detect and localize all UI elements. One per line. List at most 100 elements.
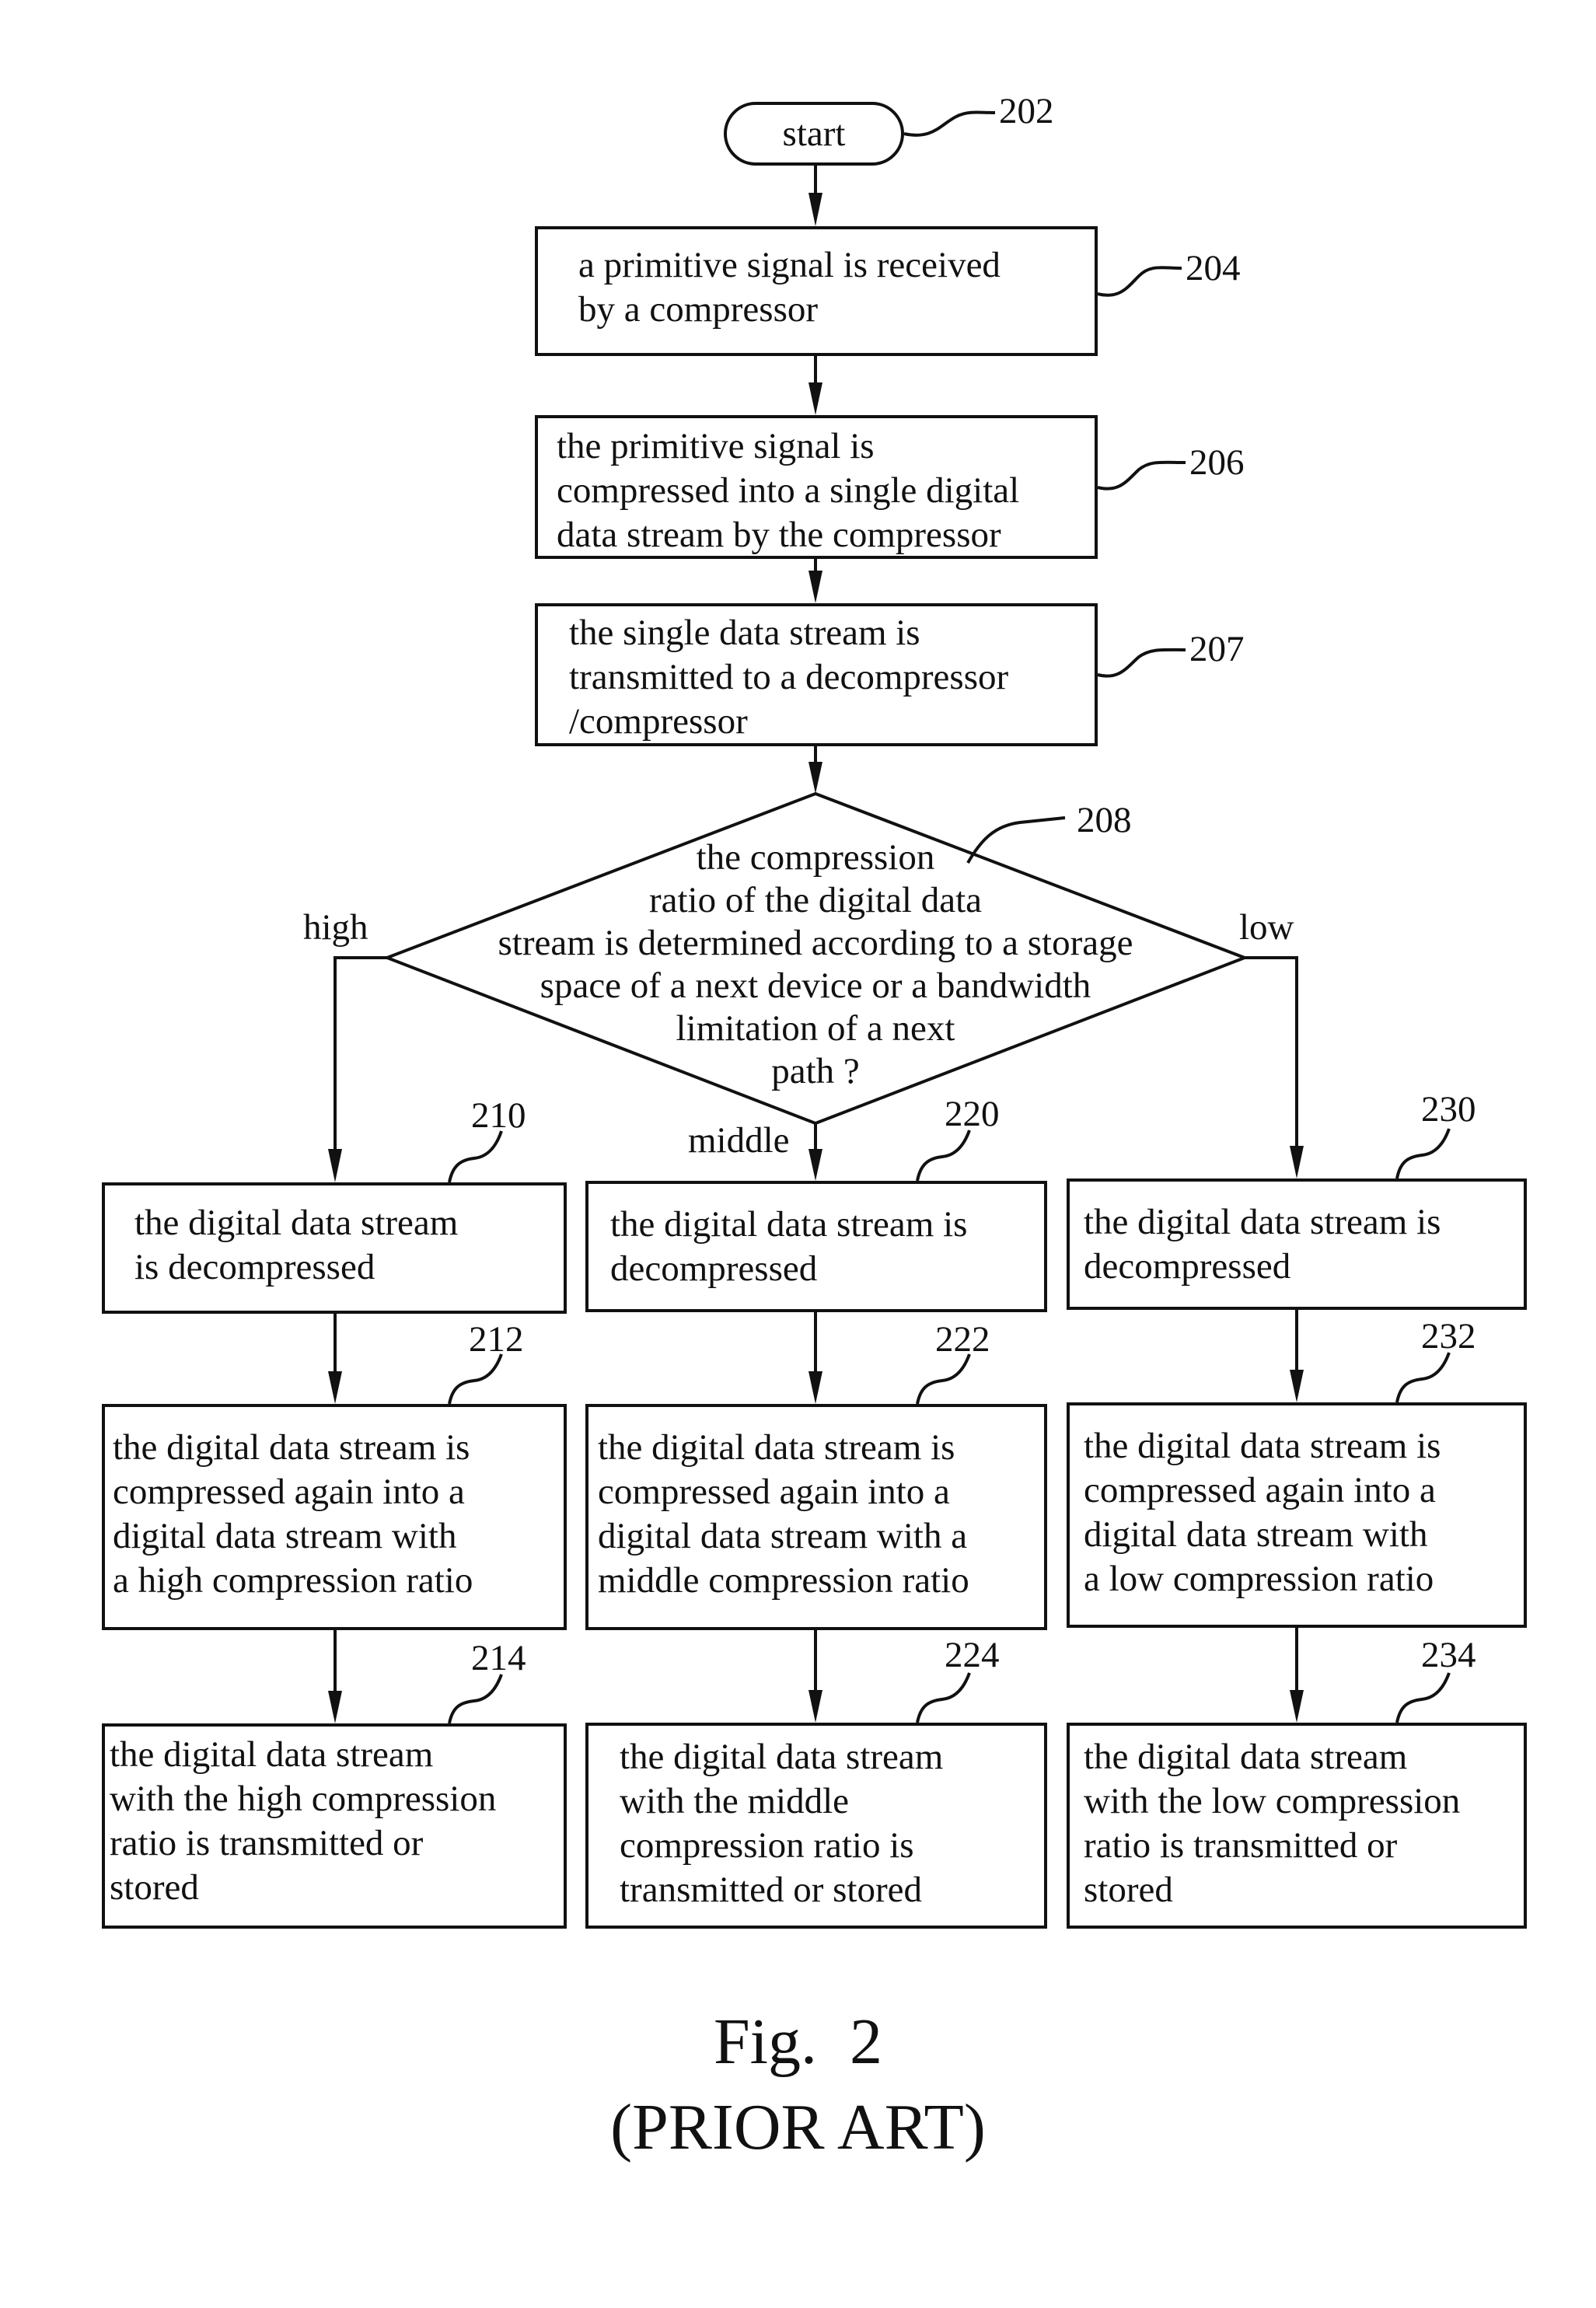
leader-230 bbox=[1395, 1128, 1451, 1179]
figure-caption: Fig. 2 bbox=[713, 2006, 883, 2078]
ref-207: 207 bbox=[1189, 629, 1245, 669]
figure-subcaption: (PRIOR ART) bbox=[610, 2091, 986, 2163]
arrowhead-206 bbox=[808, 382, 822, 415]
box-text-line: compressed again into a bbox=[598, 1472, 950, 1512]
start-terminal: start bbox=[724, 102, 904, 166]
decision-text-line: ratio of the digital data bbox=[648, 880, 983, 920]
process-box-224: the digital data stream with the middle … bbox=[585, 1723, 1047, 1929]
box-text-line: the digital data stream is bbox=[1084, 1202, 1441, 1242]
decision-text-line: stream is determined according to a stor… bbox=[498, 923, 1133, 963]
branch-label-low: low bbox=[1239, 907, 1294, 948]
box-text-line: the digital data stream is bbox=[1084, 1426, 1441, 1466]
process-box-206: the primitive signal is compressed into … bbox=[535, 415, 1098, 559]
leader-210 bbox=[448, 1130, 503, 1183]
box-text-line: with the high compression bbox=[110, 1779, 497, 1819]
box-text-line: the digital data stream bbox=[110, 1734, 434, 1775]
leader-234 bbox=[1395, 1672, 1451, 1723]
process-box-230: the digital data stream is decompressed bbox=[1067, 1178, 1527, 1310]
box-text-line: the digital data stream bbox=[134, 1203, 459, 1243]
box-text-line: decompressed bbox=[1084, 1246, 1291, 1287]
ref-222: 222 bbox=[935, 1319, 990, 1360]
box-text-line: transmitted or stored bbox=[620, 1870, 922, 1910]
ref-234: 234 bbox=[1421, 1635, 1476, 1675]
box-text-line: digital data stream with a bbox=[598, 1516, 968, 1556]
process-box-220: the digital data stream is decompressed bbox=[585, 1181, 1047, 1312]
ref-204: 204 bbox=[1186, 248, 1241, 288]
decision-text-line: limitation of a next bbox=[676, 1008, 955, 1049]
leader-220 bbox=[916, 1130, 971, 1182]
arrowhead-232 bbox=[1290, 1370, 1304, 1402]
arrowhead-214 bbox=[328, 1691, 342, 1723]
ref-230: 230 bbox=[1421, 1089, 1476, 1130]
box-text-line: the single data stream is bbox=[569, 613, 920, 653]
ref-224: 224 bbox=[945, 1635, 1000, 1675]
leader-206 bbox=[1097, 460, 1186, 491]
box-text-line: compressed into a single digital bbox=[557, 470, 1020, 511]
box-text-line: a high compression ratio bbox=[113, 1560, 473, 1601]
box-text-line: decompressed bbox=[610, 1248, 818, 1289]
leader-214 bbox=[448, 1674, 503, 1724]
arrowhead-210 bbox=[328, 1149, 342, 1182]
arrowhead-207 bbox=[808, 571, 822, 603]
arrowhead-224 bbox=[808, 1690, 822, 1723]
box-text-line: data stream by the compressor bbox=[557, 515, 1001, 555]
box-text-line: by a compressor bbox=[578, 289, 819, 330]
arrowhead-230 bbox=[1290, 1146, 1304, 1178]
box-text-line: ratio is transmitted or bbox=[1084, 1825, 1398, 1866]
ref-208: 208 bbox=[1077, 800, 1132, 840]
process-box-212: the digital data stream is compressed ag… bbox=[102, 1404, 567, 1630]
process-box-214: the digital data stream with the high co… bbox=[102, 1723, 567, 1929]
ref-212: 212 bbox=[469, 1319, 524, 1360]
process-box-210: the digital data stream is decompressed bbox=[102, 1182, 567, 1314]
arrowhead-212 bbox=[328, 1371, 342, 1404]
leader-207 bbox=[1097, 648, 1186, 678]
leader-224 bbox=[916, 1672, 971, 1723]
box-text-line: a primitive signal is received bbox=[578, 245, 1001, 285]
box-text-line: middle compression ratio bbox=[598, 1560, 969, 1601]
arrow-high-branch bbox=[334, 956, 387, 1151]
decision-text-line: space of a next device or a bandwidth bbox=[540, 965, 1091, 1006]
box-text-line: the digital data stream bbox=[1084, 1737, 1408, 1777]
ref-214: 214 bbox=[471, 1638, 526, 1678]
start-label: start bbox=[782, 113, 846, 154]
box-text-line: transmitted to a decompressor bbox=[569, 657, 1009, 697]
box-text-line: stored bbox=[1084, 1870, 1173, 1910]
ref-220: 220 bbox=[945, 1094, 1000, 1134]
box-text-line: compressed again into a bbox=[113, 1472, 465, 1512]
process-box-234: the digital data stream with the low com… bbox=[1067, 1723, 1527, 1929]
box-text-line: stored bbox=[110, 1867, 199, 1908]
arrowhead-234 bbox=[1290, 1690, 1304, 1723]
arrow-low-branch bbox=[1245, 956, 1298, 1149]
box-text-line: the digital data stream bbox=[620, 1737, 944, 1777]
arrowhead-208 bbox=[808, 762, 822, 794]
box-text-line: compressed again into a bbox=[1084, 1470, 1436, 1510]
process-box-222: the digital data stream is compressed ag… bbox=[585, 1404, 1047, 1630]
box-text-line: a low compression ratio bbox=[1084, 1559, 1434, 1599]
decision-text-line: path ? bbox=[771, 1051, 860, 1091]
process-box-232: the digital data stream is compressed ag… bbox=[1067, 1402, 1527, 1628]
process-box-207: the single data stream is transmitted to… bbox=[535, 603, 1098, 746]
ref-206: 206 bbox=[1189, 442, 1245, 483]
decision-text-208: the compression ratio of the digital dat… bbox=[427, 836, 1204, 1093]
box-text-line: the digital data stream is bbox=[598, 1427, 955, 1468]
ref-232: 232 bbox=[1421, 1316, 1476, 1357]
box-text-line: compression ratio is bbox=[620, 1825, 914, 1866]
box-text-line: ratio is transmitted or bbox=[110, 1823, 424, 1863]
branch-label-middle: middle bbox=[688, 1120, 790, 1161]
box-text-line: with the low compression bbox=[1084, 1781, 1461, 1821]
leader-204 bbox=[1097, 266, 1182, 297]
ref-210: 210 bbox=[471, 1095, 526, 1136]
decision-text-line: the compression bbox=[696, 837, 935, 878]
arrowhead-220 bbox=[808, 1149, 822, 1181]
leader-222 bbox=[916, 1353, 971, 1405]
box-text-line: with the middle bbox=[620, 1781, 850, 1821]
box-text-line: the digital data stream is bbox=[610, 1204, 968, 1245]
leader-202 bbox=[903, 110, 996, 137]
process-box-204: a primitive signal is received by a comp… bbox=[535, 226, 1098, 356]
branch-label-high: high bbox=[303, 907, 368, 948]
box-text-line: digital data stream with bbox=[113, 1516, 457, 1556]
box-text-line: /compressor bbox=[569, 701, 748, 742]
box-text-line: the digital data stream is bbox=[113, 1427, 470, 1468]
arrowhead-204 bbox=[808, 193, 822, 226]
leader-212 bbox=[448, 1353, 503, 1405]
